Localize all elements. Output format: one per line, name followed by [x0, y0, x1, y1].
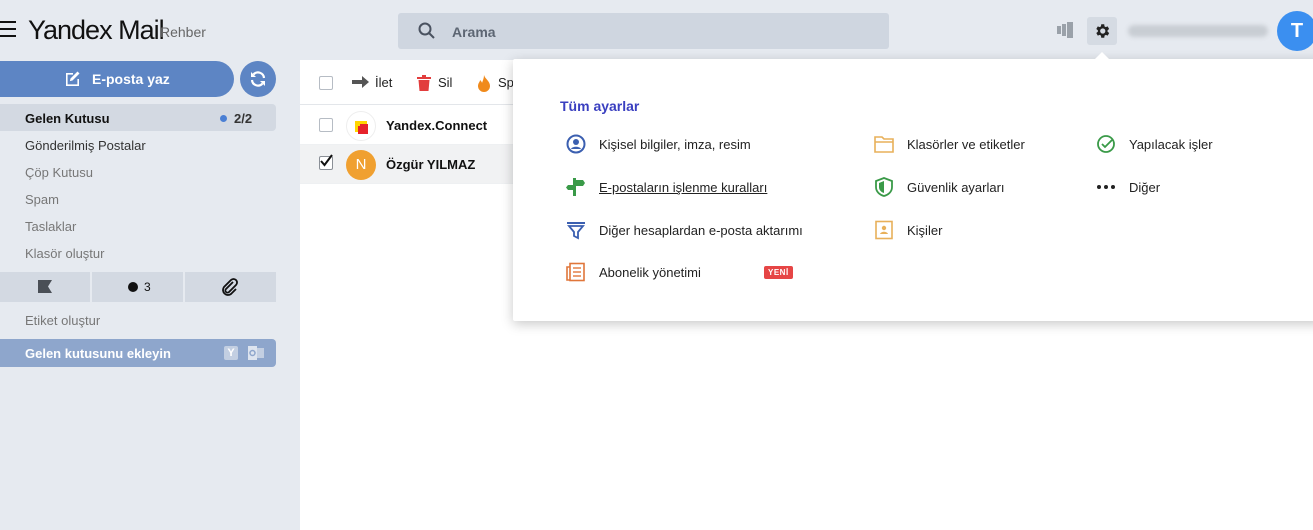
- flag-icon: [38, 280, 52, 293]
- search-input[interactable]: Arama: [398, 13, 889, 49]
- more-dots-icon: [1097, 185, 1115, 189]
- all-settings-link[interactable]: Tüm ayarlar: [560, 98, 639, 114]
- sender-logo-icon: [346, 111, 376, 141]
- unread-count: 2/2: [234, 111, 253, 126]
- settings-subscriptions[interactable]: Abonelik yönetimi YENİ: [566, 262, 806, 282]
- filter-flagged[interactable]: [0, 272, 90, 302]
- user-circle-icon: [566, 134, 586, 154]
- refresh-icon: [250, 71, 266, 87]
- unread-dot: [220, 115, 227, 122]
- filter-unread[interactable]: 3: [92, 272, 183, 302]
- compose-button[interactable]: E-posta yaz: [0, 61, 234, 97]
- contact-card-icon: [875, 220, 893, 240]
- sender-avatar: N: [346, 150, 376, 180]
- refresh-button[interactable]: [240, 61, 276, 97]
- sender-name: Yandex.Connect: [386, 118, 488, 133]
- shield-icon: [875, 177, 893, 197]
- search-icon: [418, 22, 435, 39]
- filter-funnel-icon: [567, 222, 585, 240]
- outlook-icon: [248, 345, 264, 364]
- newspaper-icon: [566, 262, 585, 282]
- compose-icon: [66, 71, 80, 86]
- rehber-link[interactable]: Rehber: [160, 24, 206, 40]
- filter-attachments[interactable]: [185, 272, 276, 302]
- quick-filters: 3: [0, 272, 276, 302]
- new-badge: YENİ: [764, 266, 793, 279]
- account-email[interactable]: [1128, 25, 1268, 37]
- search-placeholder: Arama: [452, 24, 496, 40]
- add-inbox-button[interactable]: Gelen kutusunu ekleyin Y: [0, 339, 276, 367]
- yandex-icon: Y: [224, 346, 238, 360]
- select-all-checkbox[interactable]: [319, 76, 333, 90]
- logo[interactable]: Yandex Mail: [28, 15, 165, 46]
- folder-drafts[interactable]: Taslaklar: [0, 212, 276, 239]
- check-circle-icon: [1097, 135, 1115, 153]
- folder-icon: [874, 136, 894, 153]
- folder-inbox[interactable]: Gelen Kutusu 2/2: [0, 104, 276, 131]
- unread-dot-icon: [128, 282, 138, 292]
- checkmark-icon: [320, 154, 333, 167]
- settings-button[interactable]: [1087, 17, 1117, 45]
- theme-icon[interactable]: [1057, 22, 1075, 43]
- signpost-icon: [566, 178, 585, 196]
- header: Yandex Mail Rehber Arama T: [0, 0, 1313, 60]
- settings-dropdown: Tüm ayarlar Kişisel bilgiler, imza, resi…: [513, 59, 1313, 321]
- trash-icon: [417, 75, 431, 91]
- fire-icon: [478, 75, 490, 92]
- create-folder-link[interactable]: Klasör oluştur: [0, 239, 276, 266]
- message-checkbox[interactable]: [319, 154, 333, 170]
- dropdown-caret: [1094, 52, 1110, 60]
- folder-spam[interactable]: Spam: [0, 185, 276, 212]
- sender-name: Özgür YILMAZ: [386, 157, 476, 172]
- paperclip-icon: [222, 278, 238, 296]
- message-checkbox[interactable]: [319, 118, 333, 132]
- folder-trash[interactable]: Çöp Kutusu: [0, 158, 276, 185]
- create-label-link[interactable]: Etiket oluştur: [25, 313, 100, 328]
- avatar[interactable]: T: [1277, 11, 1313, 51]
- folder-sent[interactable]: Gönderilmiş Postalar: [0, 131, 276, 158]
- gear-icon: [1096, 24, 1110, 38]
- menu-icon[interactable]: [0, 21, 16, 37]
- forward-icon: [352, 76, 369, 88]
